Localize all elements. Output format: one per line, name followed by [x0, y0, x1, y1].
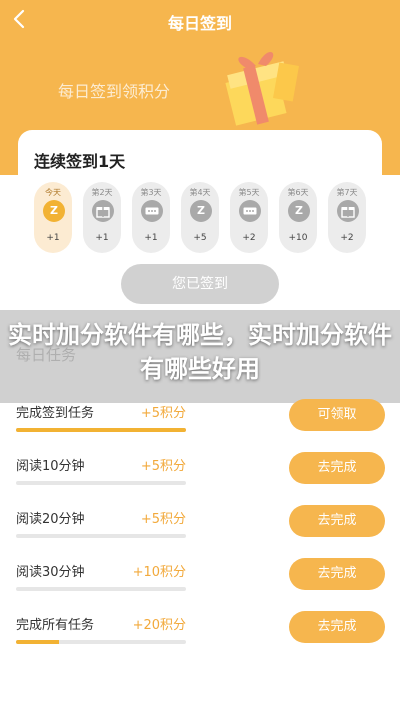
task-name: 阅读30分钟 — [16, 565, 85, 580]
gift-box-icon — [222, 44, 306, 128]
day-label: 第5天 — [238, 188, 260, 197]
streak-title: 连续签到1天 — [34, 152, 126, 171]
task-row: 完成所有任务 +20积分 去完成 — [0, 607, 400, 660]
day-label: 今天 — [45, 188, 61, 197]
day-5[interactable]: 第5天 +2 — [230, 182, 268, 253]
task-points: +5积分 — [140, 512, 186, 527]
day-4[interactable]: 第4天 Z +5 — [181, 182, 219, 253]
task-progress-bar — [16, 534, 186, 538]
day-points: +10 — [288, 233, 308, 243]
gift-icon — [92, 200, 114, 222]
task-progress-bar — [16, 428, 186, 432]
day-points: +1 — [46, 233, 60, 243]
day-label: 第3天 — [140, 188, 162, 197]
task-progress-bar — [16, 640, 186, 644]
overlay-banner: 实时加分软件有哪些，实时加分软件有哪些好用 — [0, 310, 400, 403]
claim-button[interactable]: 可领取 — [289, 399, 385, 431]
day-label: 第6天 — [287, 188, 309, 197]
coin-z-icon: Z — [43, 200, 65, 222]
go-complete-button[interactable]: 去完成 — [289, 611, 385, 643]
day-7[interactable]: 第7天 +2 — [328, 182, 366, 253]
coin-z-icon: Z — [288, 200, 310, 222]
banner-text: 实时加分软件有哪些，实时加分软件有哪些好用 — [8, 321, 392, 383]
page-title: 每日签到 — [167, 14, 232, 33]
day-points: +1 — [95, 233, 109, 243]
day-1[interactable]: 今天 Z +1 — [34, 182, 72, 253]
go-complete-button[interactable]: 去完成 — [289, 452, 385, 484]
task-progress-fill — [16, 428, 186, 432]
task-name: 阅读20分钟 — [16, 512, 85, 527]
ticket-icon — [141, 200, 163, 222]
day-label: 第7天 — [336, 188, 358, 197]
task-row: 阅读20分钟 +5积分 去完成 — [0, 501, 400, 554]
task-name: 完成签到任务 — [16, 406, 95, 421]
gift-icon — [337, 200, 359, 222]
day-label: 第4天 — [189, 188, 211, 197]
go-complete-button[interactable]: 去完成 — [289, 558, 385, 590]
day-6[interactable]: 第6天 Z +10 — [279, 182, 317, 253]
go-complete-button[interactable]: 去完成 — [289, 505, 385, 537]
task-progress-bar — [16, 587, 186, 591]
task-row: 阅读10分钟 +5积分 去完成 — [0, 448, 400, 501]
header-subtitle: 每日签到领积分 — [58, 82, 171, 101]
signed-in-button[interactable]: 您已签到 — [121, 264, 279, 304]
day-label: 第2天 — [91, 188, 113, 197]
coin-z-icon: Z — [190, 200, 212, 222]
day-points: +1 — [144, 233, 158, 243]
day-2[interactable]: 第2天 +1 — [83, 182, 121, 253]
day-points: +5 — [193, 233, 207, 243]
day-3[interactable]: 第3天 +1 — [132, 182, 170, 253]
task-progress-fill — [16, 640, 59, 644]
day-points: +2 — [340, 233, 354, 243]
task-name: 阅读10分钟 — [16, 459, 85, 474]
streak-card: 连续签到1天 今天 Z +1 第2天 +1 第3天 +1 第4天 Z +5 第5 — [18, 130, 382, 330]
task-points: +5积分 — [140, 459, 186, 474]
task-row: 阅读30分钟 +10积分 去完成 — [0, 554, 400, 607]
ticket-icon — [239, 200, 261, 222]
task-progress-bar — [16, 481, 186, 485]
task-row: 完成签到任务 +5积分 可领取 — [0, 395, 400, 448]
task-points: +10积分 — [132, 565, 186, 580]
task-name: 完成所有任务 — [16, 618, 95, 633]
day-points: +2 — [242, 233, 256, 243]
task-points: +20积分 — [132, 618, 186, 633]
task-points: +5积分 — [140, 406, 186, 421]
